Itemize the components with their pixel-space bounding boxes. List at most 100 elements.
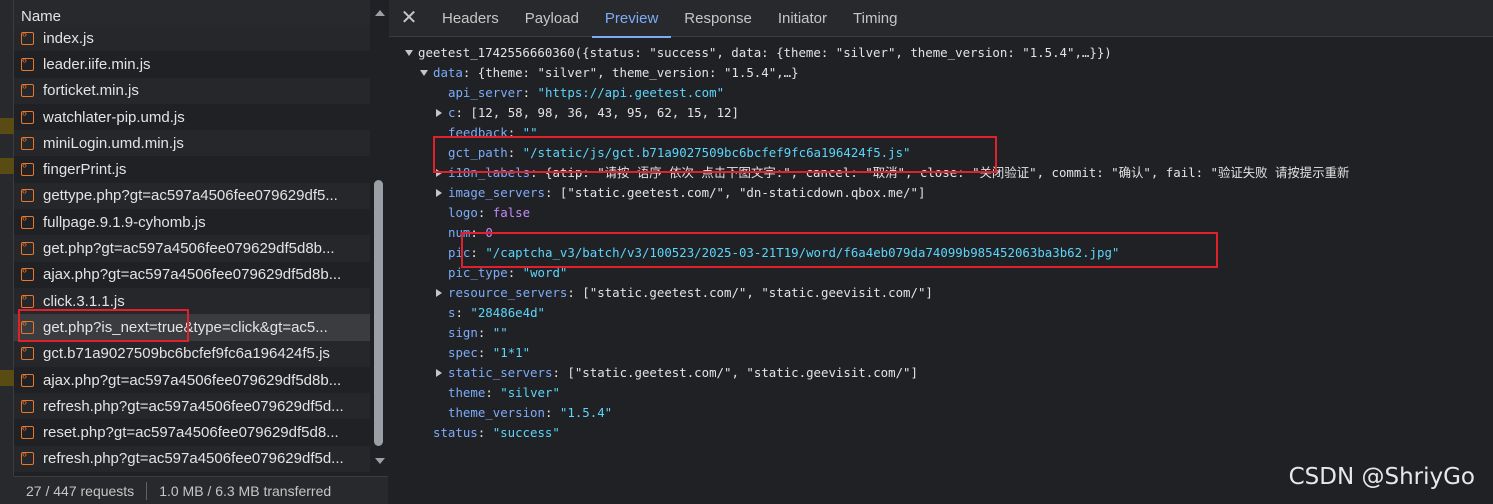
tree-row-resource-servers[interactable]: resource_servers: ["static.geetest.com/"… <box>389 283 1493 303</box>
script-file-icon <box>21 213 34 229</box>
tree-row-static-servers[interactable]: static_servers: ["static.geetest.com/", … <box>389 363 1493 383</box>
key-logo: logo <box>448 205 478 220</box>
expand-icon[interactable] <box>405 50 413 56</box>
value-static-servers: ["static.geetest.com/", "static.geevisit… <box>567 365 918 380</box>
tree-row-s: s: "28486e4d" <box>448 305 545 320</box>
script-file-icon <box>21 449 34 466</box>
request-name: index.js <box>43 29 94 47</box>
request-list-pane: Name index.js leader.iife.min.js forticket… <box>14 0 388 476</box>
key-theme: theme <box>448 385 486 400</box>
script-file-icon <box>21 265 34 282</box>
request-row[interactable]: fullpage.9.1.9-cyhomb.js <box>14 209 370 236</box>
root-summary: geetest_1742556660360({status: "success"… <box>418 45 1112 60</box>
value-spec: "1*1" <box>492 345 531 360</box>
request-row[interactable]: refresh.php?gt=ac597a4506fee079629df5d..… <box>14 445 370 473</box>
script-file-icon <box>21 292 34 308</box>
expand-icon[interactable] <box>420 70 428 76</box>
script-file-icon <box>21 186 34 203</box>
request-row[interactable]: gettype.php?gt=ac597a4506fee079629df5... <box>14 182 370 210</box>
request-name: leader.iife.min.js <box>43 55 151 73</box>
scroll-up-icon[interactable] <box>375 10 385 16</box>
request-row[interactable]: watchlater-pip.umd.js <box>14 103 370 131</box>
request-name: gettype.php?gt=ac597a4506fee079629df5... <box>43 187 338 205</box>
request-row[interactable]: refresh.php?gt=ac597a4506fee079629df5d..… <box>14 393 370 420</box>
tree-row-sign: sign: "" <box>448 325 508 340</box>
script-file-icon <box>21 29 34 45</box>
script-file-icon <box>21 239 34 256</box>
tree-row-status: status: "success" <box>433 425 560 440</box>
detail-tabs: ✕ Headers Payload Preview Response Initi… <box>389 0 1493 38</box>
request-name: fullpage.9.1.9-cyhomb.js <box>43 213 206 231</box>
tab-payload[interactable]: Payload <box>512 0 592 37</box>
tree-row-c[interactable]: c: [12, 58, 98, 36, 43, 95, 62, 15, 12] <box>389 103 1493 123</box>
request-name: forticket.min.js <box>43 82 139 100</box>
tree-root-row[interactable]: geetest_1742556660360({status: "success"… <box>389 43 1493 63</box>
request-name: gct.b71a9027509bc6bcfef9fc6a196424f5.js <box>43 345 330 363</box>
tree-row-api-server: api_server: "https://api.geetest.com" <box>448 85 725 100</box>
script-file-icon <box>21 108 34 124</box>
gutter-marker <box>0 370 14 386</box>
request-list-scrollbar[interactable] <box>370 0 388 476</box>
request-count: 27 / 447 requests <box>26 482 135 499</box>
value-theme: "silver" <box>500 385 560 400</box>
script-file-icon <box>21 397 34 413</box>
tree-row-logo: logo: false <box>448 205 531 220</box>
request-name: ajax.php?gt=ac597a4506fee079629df5d8b... <box>43 266 342 284</box>
request-row[interactable]: gct.b71a9027509bc6bcfef9fc6a196424f5.js <box>14 340 370 367</box>
tree-row-data[interactable]: data: {theme: "silver", theme_version: "… <box>389 63 1493 83</box>
request-row[interactable]: ajax.php?gt=ac597a4506fee079629df5d8b... <box>14 366 370 394</box>
request-name: click.3.1.1.js <box>43 292 125 310</box>
transfer-size: 1.0 MB / 6.3 MB transferred <box>159 482 332 499</box>
tree-row-theme-version: theme_version: "1.5.4" <box>448 405 613 420</box>
script-file-icon <box>21 160 34 177</box>
request-name: reset.php?gt=ac597a4506fee079629df5d8... <box>43 424 339 442</box>
tab-preview[interactable]: Preview <box>591 0 672 38</box>
data-summary: {theme: "silver", theme_version: "1.5.4"… <box>477 65 799 80</box>
key-data: data <box>433 65 463 80</box>
request-name: refresh.php?gt=ac597a4506fee079629df5d..… <box>43 450 344 468</box>
scroll-down-icon[interactable] <box>375 458 385 464</box>
script-file-icon <box>21 81 34 98</box>
request-row[interactable]: fingerPrint.js <box>14 156 370 183</box>
preview-pane: ✕ Headers Payload Preview Response Initi… <box>389 0 1493 504</box>
gutter-marker <box>0 158 14 174</box>
request-row[interactable]: index.js <box>14 25 370 52</box>
close-icon[interactable]: ✕ <box>389 0 429 37</box>
status-bar: 27 / 447 requests 1.0 MB / 6.3 MB transf… <box>14 476 388 504</box>
script-file-icon <box>21 344 34 361</box>
request-row[interactable]: reset.php?gt=ac597a4506fee079629df5d8... <box>14 419 370 446</box>
tab-timing[interactable]: Timing <box>840 0 910 37</box>
script-file-icon <box>21 134 34 150</box>
collapse-icon[interactable] <box>436 289 442 297</box>
request-row[interactable]: leader.iife.min.js <box>14 51 370 78</box>
tab-headers[interactable]: Headers <box>429 0 512 37</box>
value-api-server: "https://api.geetest.com" <box>537 85 725 100</box>
script-file-icon <box>21 55 34 71</box>
key-sign: sign <box>448 325 478 340</box>
gutter-bottom <box>0 476 14 504</box>
scrollbar-thumb[interactable] <box>374 180 383 446</box>
request-name: watchlater-pip.umd.js <box>43 108 185 126</box>
tree-row-image-servers[interactable]: image_servers: ["static.geetest.com/", "… <box>389 183 1493 203</box>
highlight-box-request <box>18 309 189 342</box>
value-sign: "" <box>492 325 508 340</box>
request-row[interactable]: forticket.min.js <box>14 77 370 104</box>
value-c: [12, 58, 98, 36, 43, 95, 62, 15, 12] <box>470 105 739 120</box>
tab-response[interactable]: Response <box>671 0 765 37</box>
collapse-icon[interactable] <box>436 189 442 197</box>
tab-initiator[interactable]: Initiator <box>765 0 840 37</box>
collapse-icon[interactable] <box>436 369 442 377</box>
key-theme-version: theme_version <box>448 405 545 420</box>
highlight-box-gct-path <box>433 136 997 173</box>
collapse-icon[interactable] <box>436 109 442 117</box>
request-row[interactable]: get.php?gt=ac597a4506fee079629df5d8b... <box>14 235 370 262</box>
request-name: refresh.php?gt=ac597a4506fee079629df5d..… <box>43 397 344 415</box>
request-row[interactable]: miniLogin.umd.min.js <box>14 130 370 157</box>
script-file-icon <box>21 371 34 387</box>
script-file-icon <box>21 423 34 440</box>
value-status: "success" <box>492 425 560 440</box>
key-image-servers: image_servers <box>448 185 545 200</box>
request-row[interactable]: ajax.php?gt=ac597a4506fee079629df5d8b... <box>14 261 370 288</box>
key-status: status <box>433 425 478 440</box>
key-static-servers: static_servers <box>448 365 553 380</box>
